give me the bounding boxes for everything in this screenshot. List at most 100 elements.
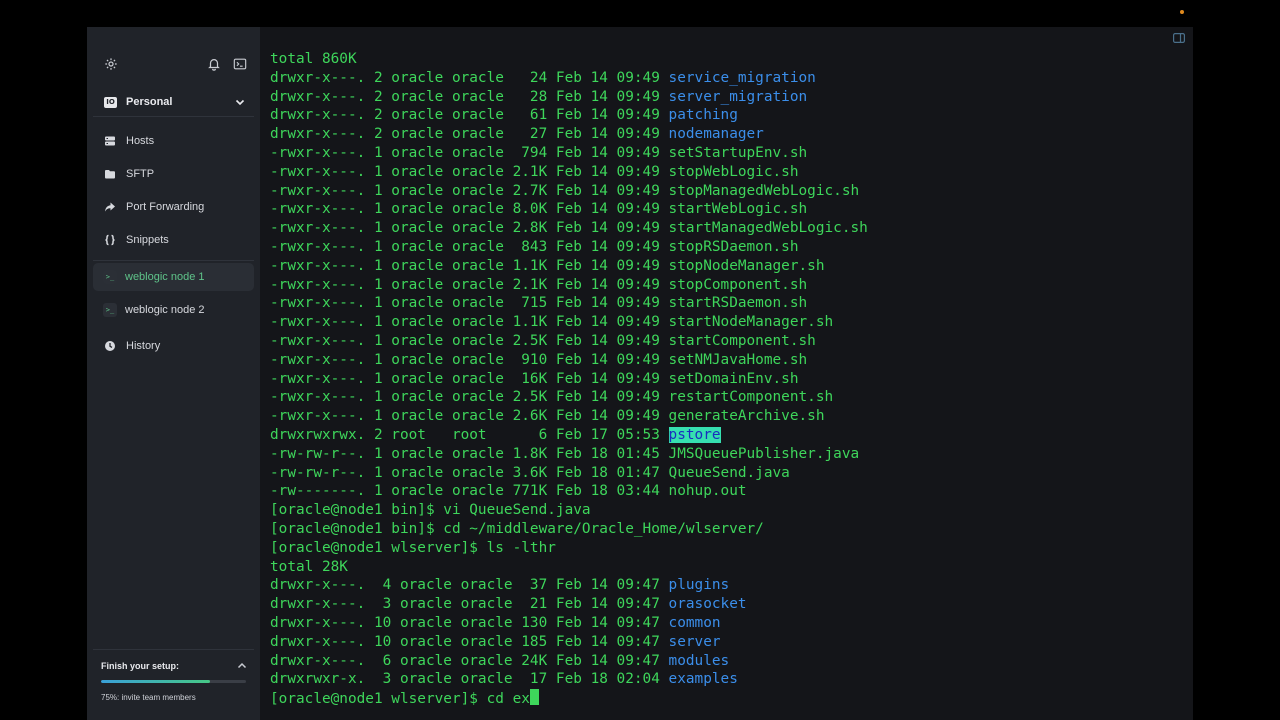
terminal-line: drwxr-x---. 3 oracle oracle 21 Feb 14 09… xyxy=(270,595,1185,614)
file-name: JMSQueuePublisher.java xyxy=(668,445,860,462)
file-name: startComponent.sh xyxy=(668,332,816,349)
terminal-line-text: [oracle@node1 bin]$ cd ~/middleware/Orac… xyxy=(270,520,764,537)
terminal-line: -rwxr-x---. 1 oracle oracle 16K Feb 14 0… xyxy=(270,370,1185,389)
terminal-line: drwxr-x---. 6 oracle oracle 24K Feb 14 0… xyxy=(270,652,1185,671)
file-name: generateArchive.sh xyxy=(668,408,825,425)
vault-selector[interactable]: IO Personal xyxy=(93,87,254,117)
terminal-prompt-line[interactable]: [oracle@node1 wlserver]$ cd ex xyxy=(270,689,1185,708)
terminal-line: drwxrwxr-x. 3 oracle oracle 17 Feb 18 02… xyxy=(270,670,1185,689)
sidebar-item-sftp[interactable]: SFTP xyxy=(93,160,254,188)
vault-logo-icon: IO xyxy=(104,96,117,108)
terminal-prompt-icon: >_ xyxy=(103,270,117,284)
divider xyxy=(93,116,254,117)
terminal-line-text: -rwxr-x---. 1 oracle oracle 8.0K Feb 14 … xyxy=(270,201,669,218)
terminal-line: -rw-rw-r--. 1 oracle oracle 1.8K Feb 18 … xyxy=(270,445,1185,464)
sidebar-item-label: Hosts xyxy=(126,135,155,147)
terminal-line: -rwxr-x---. 1 oracle oracle 2.8K Feb 14 … xyxy=(270,219,1185,238)
terminal-line-text: drwxr-x---. 3 oracle oracle 21 Feb 14 09… xyxy=(270,596,669,613)
terminal-line: -rw-------. 1 oracle oracle 771K Feb 18 … xyxy=(270,482,1185,501)
terminal-line: -rwxr-x---. 1 oracle oracle 2.5K Feb 14 … xyxy=(270,332,1185,351)
terminal-icon[interactable] xyxy=(232,56,248,72)
terminal-line: drwxr-x---. 10 oracle oracle 185 Feb 14 … xyxy=(270,633,1185,652)
directory-name: server_migration xyxy=(668,88,808,105)
file-name: stopRSDaemon.sh xyxy=(668,238,799,255)
terminal-line-text: drwxrwxrwx. 2 root root 6 Feb 17 05:53 xyxy=(270,426,669,443)
terminal-pane[interactable]: total 860K drwxr-x---. 2 oracle oracle 24… xyxy=(260,27,1193,720)
terminal-line-text: drwxr-x---. 4 oracle oracle 37 Feb 14 09… xyxy=(270,577,669,594)
terminal-line: -rwxr-x---. 1 oracle oracle 2.1K Feb 14 … xyxy=(270,276,1185,295)
terminal-line-text: -rwxr-x---. 1 oracle oracle 910 Feb 14 0… xyxy=(270,351,669,368)
terminal-line-text: -rw-------. 1 oracle oracle 771K Feb 18 … xyxy=(270,483,669,500)
directory-name: examples xyxy=(668,671,738,688)
panel-toggle-icon[interactable] xyxy=(1173,33,1185,43)
terminal-line: -rwxr-x---. 1 oracle oracle 843 Feb 14 0… xyxy=(270,238,1185,257)
setup-title: Finish your setup: xyxy=(101,661,180,671)
session-weblogic-node-1[interactable]: >_ weblogic node 1 xyxy=(93,263,254,291)
terminal-line-text: drwxr-x---. 2 oracle oracle 28 Feb 14 09… xyxy=(270,88,669,105)
directory-name: service_migration xyxy=(668,69,816,86)
terminal-line: -rw-rw-r--. 1 oracle oracle 3.6K Feb 18 … xyxy=(270,464,1185,483)
bell-icon[interactable] xyxy=(206,56,222,72)
chevron-up-icon[interactable] xyxy=(236,660,248,672)
directory-name: modules xyxy=(668,652,730,669)
terminal-line-text: -rw-rw-r--. 1 oracle oracle 1.8K Feb 18 … xyxy=(270,445,669,462)
setup-caption[interactable]: 75%: invite team members xyxy=(101,693,196,702)
terminal-line-text: -rwxr-x---. 1 oracle oracle 715 Feb 14 0… xyxy=(270,295,669,312)
terminal-line: -rwxr-x---. 1 oracle oracle 8.0K Feb 14 … xyxy=(270,200,1185,219)
terminal-line: -rwxr-x---. 1 oracle oracle 794 Feb 14 0… xyxy=(270,144,1185,163)
directory-name: patching xyxy=(668,107,738,124)
app-window: IO Personal Hosts SFTP Port Forwarding S… xyxy=(87,27,1193,720)
session-label: weblogic node 2 xyxy=(125,304,205,316)
chevron-down-icon xyxy=(235,99,245,106)
terminal-line-text: -rw-rw-r--. 1 oracle oracle 3.6K Feb 18 … xyxy=(270,464,669,481)
terminal-cursor xyxy=(529,689,539,706)
directory-name: pstore xyxy=(668,426,721,443)
braces-icon xyxy=(104,234,116,246)
setup-progress-panel: Finish your setup: 75%: invite team memb… xyxy=(93,650,254,720)
terminal-line-text: drwxr-x---. 10 oracle oracle 130 Feb 14 … xyxy=(270,614,669,631)
file-name: QueueSend.java xyxy=(668,464,790,481)
terminal-line: drwxrwxrwx. 2 root root 6 Feb 17 05:53 p… xyxy=(270,426,1185,445)
terminal-line: -rwxr-x---. 1 oracle oracle 2.1K Feb 14 … xyxy=(270,163,1185,182)
session-weblogic-node-2[interactable]: >_ weblogic node 2 xyxy=(93,296,254,324)
sidebar-item-hosts[interactable]: Hosts xyxy=(93,127,254,155)
terminal-line-text: [oracle@node1 wlserver]$ ls -lthr xyxy=(270,539,556,556)
setup-progress-fill xyxy=(101,680,210,683)
sidebar-item-label: History xyxy=(126,340,161,352)
terminal-line: -rwxr-x---. 1 oracle oracle 2.6K Feb 14 … xyxy=(270,407,1185,426)
terminal-line: drwxr-x---. 2 oracle oracle 28 Feb 14 09… xyxy=(270,88,1185,107)
terminal-line: drwxr-x---. 10 oracle oracle 130 Feb 14 … xyxy=(270,614,1185,633)
directory-name: nodemanager xyxy=(668,126,764,143)
sidebar-item-port-forwarding[interactable]: Port Forwarding xyxy=(93,193,254,221)
directory-name: orasocket xyxy=(668,596,747,613)
file-name: setStartupEnv.sh xyxy=(668,144,808,161)
terminal-line-text: -rwxr-x---. 1 oracle oracle 2.5K Feb 14 … xyxy=(270,332,669,349)
directory-name: server xyxy=(668,633,721,650)
sidebar-item-label: Snippets xyxy=(126,234,169,246)
sidebar-item-snippets[interactable]: Snippets xyxy=(93,226,254,254)
sidebar-item-history[interactable]: History xyxy=(93,332,254,360)
file-name: stopWebLogic.sh xyxy=(668,163,799,180)
terminal-line-text: drwxr-x---. 2 oracle oracle 61 Feb 14 09… xyxy=(270,107,669,124)
terminal-line: drwxr-x---. 2 oracle oracle 27 Feb 14 09… xyxy=(270,125,1185,144)
vault-name: Personal xyxy=(126,96,173,108)
terminal-line-text: -rwxr-x---. 1 oracle oracle 843 Feb 14 0… xyxy=(270,238,669,255)
session-label: weblogic node 1 xyxy=(125,271,205,283)
terminal-line-text: total 28K xyxy=(270,558,348,575)
divider xyxy=(93,260,254,261)
terminal-line-text: drwxr-x---. 2 oracle oracle 27 Feb 14 09… xyxy=(270,126,669,143)
terminal-line-text: -rwxr-x---. 1 oracle oracle 2.8K Feb 14 … xyxy=(270,220,669,237)
settings-gear-icon[interactable] xyxy=(103,56,119,72)
terminal-line-text: -rwxr-x---. 1 oracle oracle 1.1K Feb 14 … xyxy=(270,314,669,331)
directory-name: plugins xyxy=(668,577,730,594)
sidebar-item-label: Port Forwarding xyxy=(126,201,205,213)
terminal-line: -rwxr-x---. 1 oracle oracle 1.1K Feb 14 … xyxy=(270,257,1185,276)
terminal-prompt-text: [oracle@node1 wlserver]$ cd ex xyxy=(270,691,530,708)
terminal-line: [oracle@node1 bin]$ cd ~/middleware/Orac… xyxy=(270,520,1185,539)
terminal-line-text: -rwxr-x---. 1 oracle oracle 1.1K Feb 14 … xyxy=(270,257,669,274)
terminal-line-text: drwxrwxr-x. 3 oracle oracle 17 Feb 18 02… xyxy=(270,671,669,688)
file-name: stopManagedWebLogic.sh xyxy=(668,182,860,199)
directory-name: common xyxy=(668,614,721,631)
file-name: setDomainEnv.sh xyxy=(668,370,799,387)
file-name: startManagedWebLogic.sh xyxy=(668,220,868,237)
